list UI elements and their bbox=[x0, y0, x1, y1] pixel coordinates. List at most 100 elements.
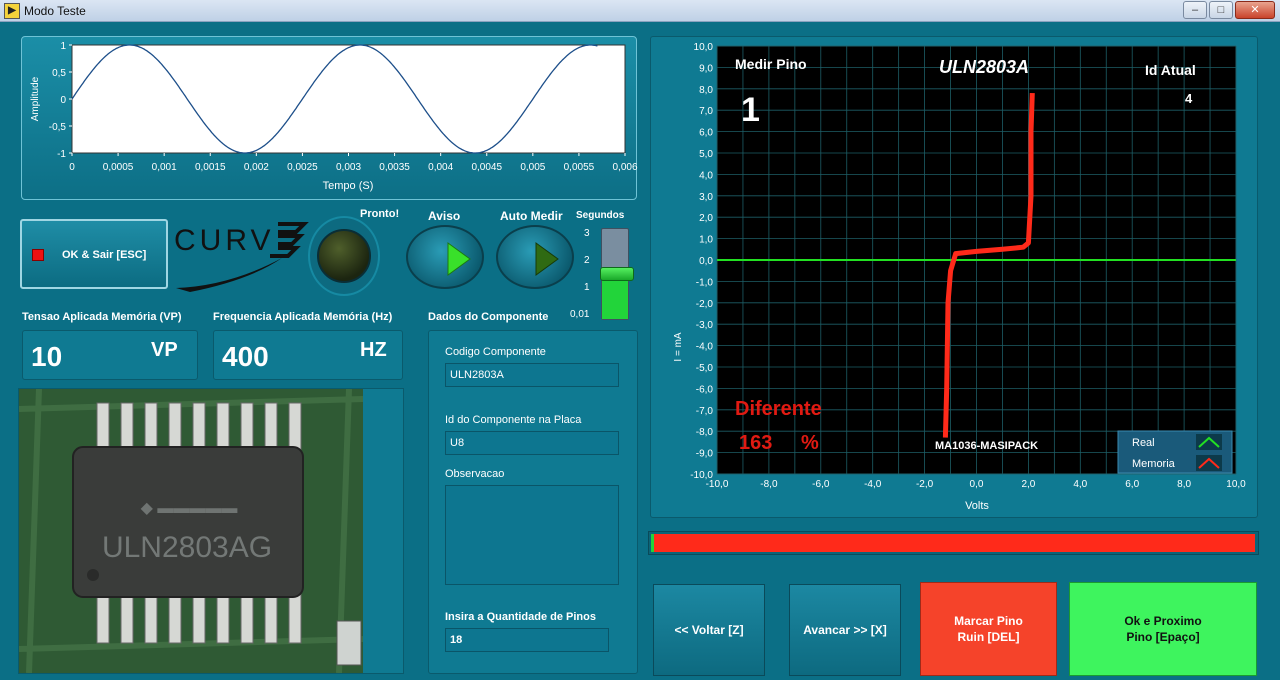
segundos-slider-thumb[interactable] bbox=[600, 267, 634, 281]
segundos-label: Segundos bbox=[576, 210, 625, 221]
dados-panel: Codigo Componente ULN2803A Id do Compone… bbox=[428, 330, 638, 674]
wave-x-tick: 0,001 bbox=[152, 162, 177, 173]
wave-y-tick: 0,5 bbox=[52, 68, 66, 79]
minimize-button[interactable]: – bbox=[1183, 1, 1207, 19]
segundos-tick: 1 bbox=[584, 282, 590, 293]
curve-y-tick: 4,0 bbox=[699, 170, 713, 181]
ok-proximo-line1: Ok e Proximo bbox=[1124, 614, 1202, 628]
ok-proximo-button[interactable]: Ok e Proximo Pino [Epaço] bbox=[1069, 582, 1257, 676]
frequencia-unit: HZ bbox=[360, 339, 387, 361]
title-bar: ▶ Modo Teste – □ ✕ bbox=[0, 0, 1280, 22]
segundos-tick: 2 bbox=[584, 255, 590, 266]
curve-y-tick: 8,0 bbox=[699, 85, 713, 96]
curve-x-tick: -2,0 bbox=[916, 479, 934, 490]
observacao-label: Observacao bbox=[445, 468, 505, 480]
legend-entry-memoria: Memoria bbox=[1132, 458, 1176, 470]
curve-y-tick: 6,0 bbox=[699, 128, 713, 139]
logo-text: CURV bbox=[174, 224, 274, 257]
codigo-label: Codigo Componente bbox=[445, 346, 546, 358]
chip-marking: ULN2803AG bbox=[102, 531, 272, 564]
marcar-ruin-button[interactable]: Marcar Pino Ruin [DEL] bbox=[920, 582, 1057, 676]
play-icon bbox=[535, 242, 559, 276]
curve-y-tick: -1,0 bbox=[696, 277, 714, 288]
frequencia-label: Frequencia Aplicada Memória (Hz) bbox=[213, 311, 393, 323]
wave-y-tick: 1 bbox=[60, 41, 66, 52]
curve-y-tick: -8,0 bbox=[696, 427, 714, 438]
svg-text:◆ ▬▬▬▬▬: ◆ ▬▬▬▬▬ bbox=[141, 500, 238, 517]
wave-y-tick: 0 bbox=[60, 95, 66, 106]
curve-x-tick: 8,0 bbox=[1177, 479, 1191, 490]
machine-label: MA1036-MASIPACK bbox=[935, 440, 1038, 452]
avancar-button[interactable]: Avancar >> [X] bbox=[789, 584, 901, 676]
wave-x-tick: 0,003 bbox=[336, 162, 361, 173]
ok-proximo-line2: Pino [Epaço] bbox=[1126, 630, 1200, 644]
tensao-value: 10 bbox=[31, 341, 63, 372]
progress-start-marker bbox=[651, 534, 654, 552]
voltar-button[interactable]: << Voltar [Z] bbox=[653, 584, 765, 676]
curve-x-tick: -8,0 bbox=[760, 479, 778, 490]
segundos-slider[interactable] bbox=[600, 228, 634, 320]
medir-pino-label: Medir Pino bbox=[735, 56, 807, 72]
auto-medir-label: Auto Medir bbox=[500, 209, 563, 223]
curve-x-tick: 2,0 bbox=[1021, 479, 1035, 490]
wave-x-tick: 0,0005 bbox=[103, 162, 134, 173]
wave-x-tick: 0 bbox=[69, 162, 75, 173]
close-button[interactable]: ✕ bbox=[1235, 1, 1275, 19]
ok-exit-button[interactable]: OK & Sair [ESC] bbox=[20, 219, 168, 289]
maximize-button[interactable]: □ bbox=[1209, 1, 1233, 19]
id-atual-value: 4 bbox=[1185, 91, 1193, 106]
codigo-field[interactable]: ULN2803A bbox=[445, 363, 619, 387]
pinos-field[interactable]: 18 bbox=[445, 628, 609, 652]
wave-x-tick: 0,0055 bbox=[564, 162, 595, 173]
curve-x-tick: -6,0 bbox=[812, 479, 830, 490]
wave-x-tick: 0,002 bbox=[244, 162, 269, 173]
pronto-label: Pronto! bbox=[360, 208, 400, 220]
pinos-label: Insira a Quantidade de Pinos bbox=[445, 611, 596, 623]
pronto-led-frame bbox=[308, 216, 380, 296]
curve-xlabel: Volts bbox=[965, 500, 989, 512]
id-componente-field[interactable]: U8 bbox=[445, 431, 619, 455]
id-componente-label: Id do Componente na Placa bbox=[445, 414, 582, 426]
curve-y-tick: -2,0 bbox=[696, 299, 714, 310]
curve-y-tick: -5,0 bbox=[696, 363, 714, 374]
progress-fill bbox=[652, 534, 1255, 552]
curve-y-tick: 7,0 bbox=[699, 106, 713, 117]
curve-chart: -10,0 -8,0 -6,0 -4,0 -2,0 0,0 2,0 4,0 6,0 8,0 10,0… bbox=[673, 42, 1246, 512]
curve-x-tick: -4,0 bbox=[864, 479, 882, 490]
curve-y-tick: -9,0 bbox=[696, 449, 714, 460]
wave-plot-area bbox=[71, 44, 626, 154]
wave-x-tick: 0,004 bbox=[428, 162, 453, 173]
curve-y-tick: 1,0 bbox=[699, 235, 713, 246]
chip-photo: ◆ ▬▬▬▬▬ ULN2803AG bbox=[19, 389, 363, 673]
curve-x-tick: 6,0 bbox=[1125, 479, 1139, 490]
progress-bar bbox=[648, 531, 1259, 555]
status-percent-unit: % bbox=[801, 432, 819, 454]
curve-ylabel: I = mA bbox=[673, 332, 684, 362]
curve-y-tick: 2,0 bbox=[699, 213, 713, 224]
id-atual-label: Id Atual bbox=[1145, 62, 1196, 78]
legend-entry-real: Real bbox=[1132, 437, 1155, 449]
curve-y-tick: 3,0 bbox=[699, 192, 713, 203]
wave-y-tick: -0,5 bbox=[49, 122, 67, 133]
wave-chart-frame: 0 0,0005 0,001 0,0015 0,002 0,0025 0,003 0,0035… bbox=[21, 36, 638, 200]
wave-chart: 0 0,0005 0,001 0,0015 0,002 0,0025 0,003 0,0035… bbox=[30, 41, 638, 192]
segundos-tick: 3 bbox=[584, 228, 590, 239]
curve-y-tick: 0,0 bbox=[699, 256, 713, 267]
play-icon bbox=[447, 242, 471, 276]
frequencia-value: 400 bbox=[222, 341, 269, 372]
status-text: Diferente bbox=[735, 398, 822, 420]
aviso-button[interactable] bbox=[406, 225, 484, 289]
wave-x-tick: 0,0035 bbox=[379, 162, 410, 173]
app-icon: ▶ bbox=[4, 3, 20, 19]
curve-x-tick: 4,0 bbox=[1073, 479, 1087, 490]
curve-y-tick: -3,0 bbox=[696, 320, 714, 331]
marcar-ruin-line1: Marcar Pino bbox=[954, 614, 1023, 628]
curve-y-tick: -4,0 bbox=[696, 342, 714, 353]
observacao-field[interactable] bbox=[445, 485, 619, 585]
wave-y-tick: -1 bbox=[57, 149, 66, 160]
curve-y-tick: 9,0 bbox=[699, 63, 713, 74]
window-title: Modo Teste bbox=[24, 4, 86, 18]
curve-x-tick: 0,0 bbox=[970, 479, 984, 490]
component-title: ULN2803A bbox=[939, 57, 1029, 77]
auto-medir-button[interactable] bbox=[496, 225, 574, 289]
